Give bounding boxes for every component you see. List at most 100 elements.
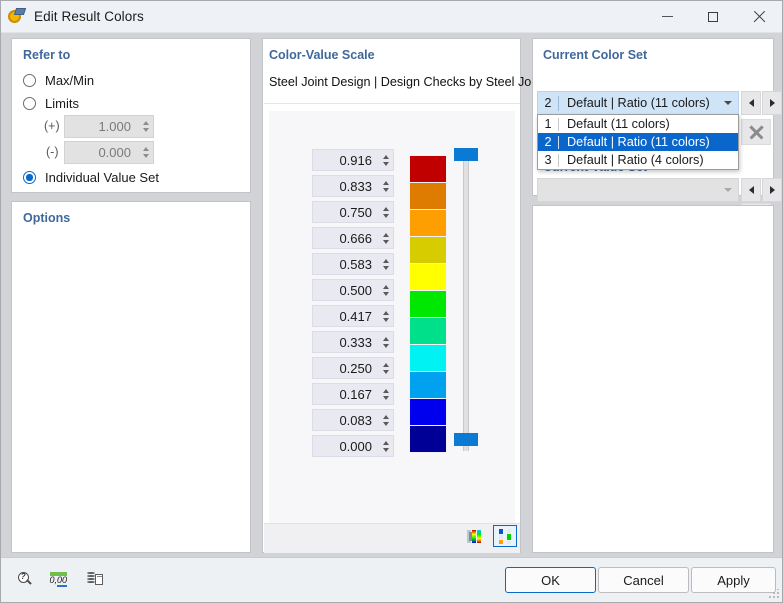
scale-value-field[interactable]: 0.666 [312,227,394,249]
scale-value-stepper[interactable] [378,410,393,430]
dialog-footer: ? 0,00 OK Cancel Apply [1,557,782,602]
scale-value-field[interactable]: 0.417 [312,305,394,327]
scale-value-field[interactable]: 0.250 [312,357,394,379]
limit-minus-field[interactable]: 0.000 [64,141,154,164]
color-swatch[interactable] [409,236,447,264]
limit-plus-stepper[interactable] [138,116,153,137]
radio-limits-indicator [23,97,36,110]
ok-button[interactable]: OK [505,567,596,593]
scale-value-text: 0.417 [339,308,372,324]
scale-range-slider-track[interactable] [463,155,469,451]
window-controls [644,1,782,32]
chevron-down-icon[interactable] [718,101,738,105]
smooth-scale-button[interactable] [463,525,487,547]
scale-value-text: 0.000 [339,438,372,454]
cancel-button[interactable]: Cancel [598,567,689,593]
radio-individual-value-set-indicator [23,171,36,184]
scale-value-stepper[interactable] [378,306,393,326]
color-swatch[interactable] [409,182,447,210]
color-set-combobox[interactable]: 2 Default | Ratio (11 colors) [537,91,739,115]
scale-value-field[interactable]: 0.000 [312,435,394,457]
maximize-icon [708,11,718,22]
scale-value-field[interactable]: 0.333 [312,331,394,353]
color-set-delete-button[interactable] [741,119,771,145]
scale-value-text: 0.916 [339,152,372,168]
refer-to-title: Refer to [23,48,71,62]
color-set-option-label: Default | Ratio (11 colors) [567,135,710,149]
scale-value-field[interactable]: 0.583 [312,253,394,275]
scale-value-field[interactable]: 0.916 [312,149,394,171]
scale-value-field[interactable]: 0.750 [312,201,394,223]
scale-value-stepper[interactable] [378,384,393,404]
value-set-prev-button[interactable] [741,178,761,202]
color-swatch[interactable] [409,209,447,237]
color-set-selected-number: 2 [544,96,552,110]
color-set-selected-label: Default | Ratio (11 colors) [567,96,710,110]
radio-max-min[interactable]: Max/Min [23,73,94,88]
radio-limits-label: Limits [45,96,79,111]
chevron-left-icon [748,186,754,194]
color-swatch[interactable] [409,371,447,399]
edit-result-colors-dialog: Edit Result Colors Refer to Max/Min Limi… [0,0,783,603]
resize-grip[interactable] [768,589,779,600]
limit-plus-label: (+) [44,119,60,133]
number-format-icon: 0,00 [49,571,67,587]
radio-limits[interactable]: Limits [23,96,79,111]
scale-value-field[interactable]: 0.083 [312,409,394,431]
value-set-combobox[interactable] [537,178,739,202]
scale-divider [264,103,520,104]
minimize-icon [661,16,673,17]
scale-value-stepper[interactable] [378,176,393,196]
radio-individual-value-set[interactable]: Individual Value Set [23,170,159,185]
limit-plus-field[interactable]: 1.000 [64,115,154,138]
minimize-button[interactable] [644,1,690,32]
scale-value-stepper[interactable] [378,228,393,248]
color-swatch[interactable] [409,398,447,426]
color-swatch[interactable] [409,290,447,318]
lower-limit-handle[interactable] [454,433,478,446]
scale-value-text: 0.250 [339,360,372,376]
export-data-button[interactable] [82,567,108,591]
color-set-option[interactable]: 1 Default (11 colors) [538,115,738,133]
scale-value-stepper[interactable] [378,358,393,378]
scale-value-stepper[interactable] [378,436,393,456]
color-set-option-number: 1 [544,117,552,131]
scale-value-field[interactable]: 0.167 [312,383,394,405]
color-set-option-number: 3 [544,153,552,167]
color-swatch[interactable] [409,263,447,291]
right-preview-panel [532,205,774,553]
color-set-option[interactable]: 3 Default | Ratio (4 colors) [538,151,738,169]
scale-value-text: 0.833 [339,178,372,194]
scale-value-stepper[interactable] [378,280,393,300]
scale-value-text: 0.583 [339,256,372,272]
scale-value-text: 0.750 [339,204,372,220]
color-swatch[interactable] [409,155,447,183]
scale-value-field[interactable]: 0.500 [312,279,394,301]
limit-minus-value: 0.000 [98,145,131,160]
color-set-prev-button[interactable] [741,91,761,115]
scale-value-stepper[interactable] [378,254,393,274]
scale-value-stepper[interactable] [378,202,393,222]
scale-value-stepper[interactable] [378,332,393,352]
color-set-next-button[interactable] [762,91,782,115]
help-magnifier-button[interactable]: ? [12,567,38,591]
color-set-dropdown-list[interactable]: 1 Default (11 colors) 2 Default | Ratio … [537,114,739,170]
dialog-content: Refer to Max/Min Limits (+) 1.000 (-) 0.… [1,33,782,557]
color-swatch[interactable] [409,425,447,453]
stepped-scale-button[interactable] [493,525,517,547]
value-set-next-button[interactable] [762,178,782,202]
upper-limit-handle[interactable] [454,148,478,161]
color-swatch[interactable] [409,317,447,345]
apply-button[interactable]: Apply [691,567,776,593]
chevron-down-icon[interactable] [718,188,738,192]
scale-value-stepper[interactable] [378,150,393,170]
color-set-option[interactable]: 2 Default | Ratio (11 colors) [538,133,738,151]
color-swatch[interactable] [409,344,447,372]
limit-minus-stepper[interactable] [138,142,153,163]
scale-value-field[interactable]: 0.833 [312,175,394,197]
close-button[interactable] [736,1,782,32]
maximize-button[interactable] [690,1,736,32]
scale-value-text: 0.666 [339,230,372,246]
color-value-scale-title: Color-Value Scale [269,48,375,62]
number-format-button[interactable]: 0,00 [45,567,71,591]
